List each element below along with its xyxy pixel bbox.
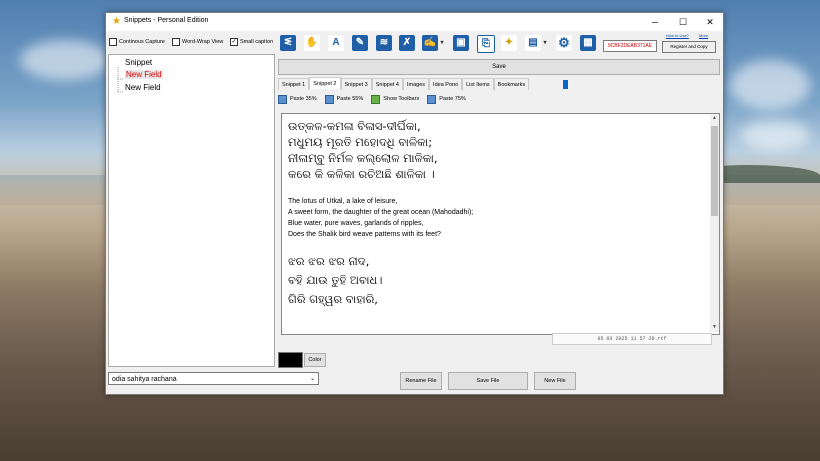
minimize-button[interactable]: ─ — [642, 15, 668, 29]
checkbox-box[interactable] — [109, 38, 117, 46]
paste-icon — [427, 94, 437, 104]
show-toolbars-button[interactable]: Show Toolbars — [371, 94, 420, 104]
more-link[interactable]: More — [699, 33, 708, 38]
odia-line: ବହି ଯାଉ ତୁହି ଅବାଧ। — [288, 273, 383, 287]
highlight-icon[interactable]: ✦ — [501, 35, 517, 51]
snippet-editor[interactable]: ଉତ୍କଳ-କମଳା ବିଳାସ-ଦୀର୍ଘିକା, ମଧୁମୟ ମୂରତି ମ… — [281, 113, 720, 335]
tab-list-items[interactable]: List Items — [462, 78, 494, 90]
color-button[interactable]: Color — [304, 353, 326, 367]
maximize-button[interactable]: ☐ — [670, 15, 696, 29]
book-icon[interactable]: ▤ — [525, 35, 541, 51]
scroll-up-icon[interactable]: ▲ — [710, 114, 719, 123]
odia-line: ଉତ୍କଳ-କମଳା ବିଳାସ-ଦୀର୍ଘିକା, — [288, 119, 421, 133]
eraser-icon[interactable]: ✗ — [399, 35, 415, 51]
settings-icon[interactable]: ⚙ — [556, 35, 572, 51]
toolbars-icon — [371, 94, 381, 104]
color-swatch[interactable] — [278, 352, 303, 368]
app-star-icon: ★ — [112, 16, 121, 27]
paste-75-button[interactable]: Paste 75% — [427, 94, 466, 104]
small-caption-label: Small caption — [240, 39, 274, 45]
paste-icon — [324, 94, 334, 104]
editor-content[interactable]: ଉତ୍କଳ-କମଳା ବିଳାସ-ଦୀର୍ଘିକା, ମଧୁମୟ ମୂରତି ମ… — [288, 118, 703, 309]
translate-icon[interactable]: ᓬ — [280, 35, 296, 51]
register-button[interactable]: Register and Copy — [662, 41, 716, 53]
tab-images[interactable]: Images — [403, 78, 430, 90]
rename-file-button[interactable]: Rename File — [400, 372, 442, 390]
editor-scrollbar[interactable]: ▲ ▼ — [710, 114, 719, 332]
snippet-tabs: Snippet 1 Snippet 2 Snippet 3 Snippet 4 … — [278, 77, 530, 90]
odia-line: ମଧୁମୟ ମୂରତି ମହୋଦଧି ବାଳିକା; — [288, 135, 433, 149]
tab-snippet-3[interactable]: Snippet 3 — [340, 78, 372, 90]
title-bar[interactable]: ★ Snippets - Personal Edition ─ ☐ ✕ — [106, 13, 723, 31]
serial-field[interactable]: 9CBF2DEAB371AE — [603, 40, 657, 52]
paste-55-button[interactable]: Paste 55% — [324, 94, 364, 104]
chevron-down-icon[interactable]: ▾ — [439, 35, 445, 51]
font-a-icon[interactable]: A — [328, 35, 344, 51]
paste-75-label: Paste 75% — [439, 96, 466, 102]
tab-snippet-4[interactable]: Snippet 4 — [371, 78, 403, 90]
snippet-tree[interactable]: Snippet New Field New Field — [108, 54, 275, 367]
checkbox-box[interactable]: ✓ — [230, 38, 238, 46]
show-toolbars-label: Show Toolbars — [383, 96, 420, 102]
word-wrap-label: Word-Wrap View — [182, 39, 224, 45]
paste-icon — [278, 94, 287, 104]
tree-item-new-field[interactable]: New Field — [125, 70, 163, 79]
tree-item-new-field[interactable]: New Field — [125, 83, 161, 92]
save-button[interactable]: Save — [278, 59, 720, 75]
tab-bookmarks[interactable]: Bookmarks — [493, 78, 530, 90]
file-timestamp: 05 03 2025 11 57 29.rtf — [552, 333, 712, 345]
tree-item-snippet[interactable]: Snippet — [125, 58, 152, 67]
checkbox-box[interactable] — [172, 38, 180, 46]
english-line: The lotus of Utkal, a lake of leisure, — [288, 198, 398, 205]
close-button[interactable]: ✕ — [697, 15, 723, 29]
english-line: Blue water, pure waves, garlands of ripp… — [288, 220, 424, 227]
tab-idea-pono[interactable]: Idea Pono — [429, 78, 463, 90]
background-cloud — [20, 40, 110, 80]
file-select-value: odia sahitya rachana — [112, 376, 177, 383]
chevron-down-icon[interactable]: ⌄ — [310, 373, 315, 386]
brush-icon[interactable]: ✍ — [422, 35, 438, 51]
file-select[interactable]: odia sahitya rachana ⌄ — [108, 372, 319, 385]
chevron-down-icon[interactable]: ▾ — [542, 35, 548, 51]
snippets-window: ★ Snippets - Personal Edition ─ ☐ ✕ Cont… — [105, 12, 724, 395]
scroll-thumb[interactable] — [711, 126, 718, 216]
continuous-capture-checkbox[interactable]: Continous Capture — [109, 38, 165, 46]
paste-toolbar: Paste 35% Paste 55% Show Toolbars Paste … — [278, 93, 466, 105]
paste-55-label: Paste 55% — [336, 96, 364, 102]
paste-35-label: Paste 35% — [290, 96, 317, 102]
save-disk-icon[interactable]: ▣ — [453, 35, 469, 51]
odia-line: ଝର ଝର ଝର ନାଦ, — [288, 254, 370, 268]
save-file-button[interactable]: Save File — [448, 372, 528, 390]
paste-35-button[interactable]: Paste 35% — [278, 94, 317, 104]
new-file-button[interactable]: New File — [534, 372, 576, 390]
english-line: Does the Shalik bird weave patterns with… — [288, 231, 441, 238]
how-to-use-link[interactable]: How to Use? — [666, 33, 689, 38]
window-title: Snippets - Personal Edition — [124, 17, 209, 24]
clipboard-icon[interactable]: ⎘ — [477, 35, 495, 53]
tab-snippet-1[interactable]: Snippet 1 — [278, 78, 310, 90]
small-caption-checkbox[interactable]: ✓ Small caption — [230, 38, 273, 46]
odia-line: ଗିରି ଗହ୍ୱର ବାହାରି, — [288, 292, 378, 306]
continuous-capture-label: Continous Capture — [119, 39, 165, 45]
format-icon[interactable]: ≋ — [376, 35, 392, 51]
background-cloud — [730, 60, 810, 110]
word-wrap-checkbox[interactable]: Word-Wrap View — [172, 38, 223, 46]
odia-line: କରେ କି କଳିକା ରଚିଅଛି ଶାଳିକା । — [288, 167, 435, 181]
odia-line: ନୀଳାମ୍ବୁ ନିର୍ମଳ କଲ୍ଲୋଳ ମାଳିକା, — [288, 151, 438, 165]
scroll-down-icon[interactable]: ▼ — [710, 323, 719, 332]
tab-scroll-handle[interactable] — [563, 80, 568, 89]
hand-icon[interactable]: ✋ — [304, 35, 320, 51]
english-line: A sweet form, the daughter of the great … — [288, 209, 474, 216]
format-icon[interactable]: ▦ — [580, 35, 596, 51]
tab-snippet-2[interactable]: Snippet 2 — [309, 77, 341, 89]
edit-pen-icon[interactable]: ✎ — [352, 35, 368, 51]
background-cloud — [740, 120, 810, 150]
